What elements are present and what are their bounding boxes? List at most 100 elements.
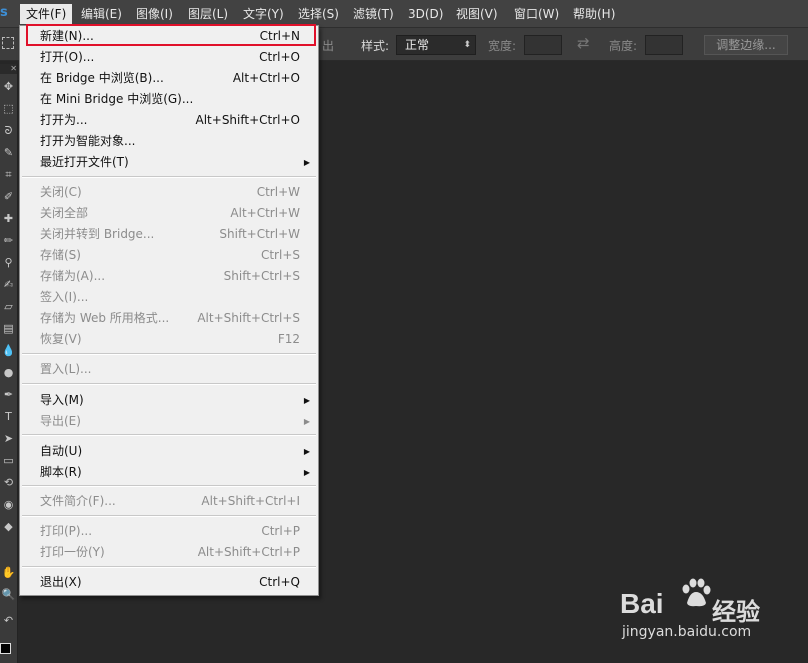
swap-colors-icon[interactable]: ↶ <box>0 612 17 630</box>
menu-item-label: 打印一份(Y) <box>40 545 105 559</box>
menu-image[interactable]: 图像(I) <box>130 4 179 24</box>
menu-separator <box>22 566 316 568</box>
menu-item-place[interactable]: 置入(L)... <box>20 359 318 380</box>
style-select[interactable]: 正常 ⬍ <box>396 35 476 55</box>
menu-item-scripts[interactable]: 脚本(R) ▶ <box>20 462 318 483</box>
menu-separator <box>22 383 316 385</box>
watermark: Bai 经验 jingyan.baidu.com <box>620 578 800 648</box>
history-brush-tool-icon[interactable]: ✍ <box>0 276 17 294</box>
menu-item-open[interactable]: 打开(O)... Ctrl+O <box>20 47 318 68</box>
menu-item-shortcut: F12 <box>277 332 300 346</box>
menu-item-label: 新建(N)... <box>40 29 94 43</box>
menu-filter[interactable]: 滤镜(T) <box>347 4 400 24</box>
menu-view[interactable]: 视图(V) <box>450 4 504 24</box>
menu-item-automate[interactable]: 自动(U) ▶ <box>20 441 318 462</box>
watermark-brand-cn: 经验 <box>712 599 760 626</box>
menu-item-recent-files[interactable]: 最近打开文件(T) ▶ <box>20 152 318 173</box>
menu-item-close-and-go-to-bridge[interactable]: 关闭并转到 Bridge... Shift+Ctrl+W <box>20 224 318 245</box>
3d-camera-tool-icon[interactable]: ◉ <box>0 496 17 514</box>
menu-item-check-in[interactable]: 签入(I)... <box>20 287 318 308</box>
menu-layer[interactable]: 图层(L) <box>182 4 234 24</box>
menu-separator <box>22 434 316 436</box>
crop-tool-icon[interactable]: ⌗ <box>0 166 17 184</box>
type-tool-icon[interactable]: T <box>0 408 17 426</box>
menu-file[interactable]: 文件(F) <box>20 4 73 24</box>
menu-item-file-info[interactable]: 文件简介(F)... Alt+Shift+Ctrl+I <box>20 491 318 512</box>
eraser-tool-icon[interactable]: ▱ <box>0 298 17 316</box>
lasso-tool-icon[interactable]: ᘐ <box>0 122 17 140</box>
zoom-tool-icon[interactable]: 🔍 <box>0 586 17 604</box>
menu-item-print-one-copy[interactable]: 打印一份(Y) Alt+Shift+Ctrl+P <box>20 542 318 563</box>
path-select-tool-icon[interactable]: ➤ <box>0 430 17 448</box>
dodge-tool-icon[interactable]: ● <box>0 364 17 382</box>
menu-type[interactable]: 文字(Y) <box>237 4 290 24</box>
menu-item-revert[interactable]: 恢复(V) F12 <box>20 329 318 350</box>
menu-item-label: 文件简介(F)... <box>40 494 116 508</box>
gradient-tool-icon[interactable]: ▤ <box>0 320 17 338</box>
menu-edit[interactable]: 编辑(E) <box>75 4 128 24</box>
move-tool-icon[interactable]: ✥ <box>0 78 17 96</box>
menu-item-save-as[interactable]: 存储为(A)... Shift+Ctrl+S <box>20 266 318 287</box>
watermark-url: jingyan.baidu.com <box>622 624 752 640</box>
menu-item-label: 打开(O)... <box>40 50 95 64</box>
menu-item-label: 打印(P)... <box>40 524 93 538</box>
menu-item-open-as[interactable]: 打开为... Alt+Shift+Ctrl+O <box>20 110 318 131</box>
menu-item-label: 在 Mini Bridge 中浏览(G)... <box>40 92 194 106</box>
menu-item-close-all[interactable]: 关闭全部 Alt+Ctrl+W <box>20 203 318 224</box>
foreground-color-swatch[interactable] <box>0 643 11 654</box>
menu-item-browse-in-bridge[interactable]: 在 Bridge 中浏览(B)... Alt+Ctrl+O <box>20 68 318 89</box>
submenu-arrow-icon: ▶ <box>303 158 310 167</box>
blur-tool-icon[interactable]: 💧 <box>0 342 17 360</box>
menu-item-open-as-smart-object[interactable]: 打开为智能对象... <box>20 131 318 152</box>
menu-window[interactable]: 窗口(W) <box>508 4 565 24</box>
menu-item-new[interactable]: 新建(N)... Ctrl+N <box>20 26 318 47</box>
menu-item-close[interactable]: 关闭(C) Ctrl+W <box>20 182 318 203</box>
swap-arrows-icon[interactable]: ⇄ <box>577 34 590 52</box>
menu-item-label: 置入(L)... <box>40 362 92 376</box>
menu-item-save-for-web[interactable]: 存储为 Web 所用格式... Alt+Shift+Ctrl+S <box>20 308 318 329</box>
healing-brush-tool-icon[interactable]: ✚ <box>0 210 17 228</box>
brush-tool-icon[interactable]: ✏ <box>0 232 17 250</box>
marquee-tool-icon[interactable] <box>2 37 14 49</box>
menu-item-label: 关闭(C) <box>40 185 82 199</box>
eyedropper-tool-icon[interactable]: ✐ <box>0 188 17 206</box>
menu-item-exit[interactable]: 退出(X) Ctrl+Q <box>20 572 318 593</box>
app-logo: s <box>0 5 8 20</box>
menu-item-shortcut: Shift+Ctrl+W <box>219 227 300 241</box>
submenu-arrow-icon: ▶ <box>303 417 310 426</box>
height-input[interactable] <box>645 35 683 55</box>
shape-tool-icon[interactable]: ▭ <box>0 452 17 470</box>
menu-item-shortcut: Alt+Shift+Ctrl+S <box>197 311 300 325</box>
menu-select[interactable]: 选择(S) <box>292 4 345 24</box>
menu-item-browse-in-mini-bridge[interactable]: 在 Mini Bridge 中浏览(G)... <box>20 89 318 110</box>
menu-separator <box>22 176 316 178</box>
menu-item-label: 恢复(V) <box>40 332 82 346</box>
refine-edge-button[interactable]: 调整边缘... <box>704 35 788 55</box>
menu-item-label: 存储为 Web 所用格式... <box>40 311 170 325</box>
menu-item-save[interactable]: 存储(S) Ctrl+S <box>20 245 318 266</box>
menu-help[interactable]: 帮助(H) <box>567 4 621 24</box>
menu-item-import[interactable]: 导入(M) ▶ <box>20 390 318 411</box>
menu-item-label: 脚本(R) <box>40 465 82 479</box>
menu-item-print[interactable]: 打印(P)... Ctrl+P <box>20 521 318 542</box>
style-label: 样式: <box>361 39 390 53</box>
clone-stamp-tool-icon[interactable]: ⚲ <box>0 254 17 272</box>
width-input[interactable] <box>524 35 562 55</box>
menu-separator <box>22 353 316 355</box>
menu-item-shortcut: Alt+Shift+Ctrl+O <box>195 113 300 127</box>
sample-tool-icon[interactable]: ◆ <box>0 518 17 536</box>
quick-select-tool-icon[interactable]: ✎ <box>0 144 17 162</box>
menu-item-label: 导入(M) <box>40 393 84 407</box>
marquee-tool-icon[interactable]: ⬚ <box>0 100 17 118</box>
menu-item-shortcut: Ctrl+O <box>259 50 300 64</box>
3d-rotate-tool-icon[interactable]: ⟲ <box>0 474 17 492</box>
pen-tool-icon[interactable]: ✒ <box>0 386 17 404</box>
menu-item-export[interactable]: 导出(E) ▶ <box>20 411 318 432</box>
collapse-icon[interactable]: ✕ <box>0 64 17 74</box>
menu-item-shortcut: Ctrl+W <box>256 185 300 199</box>
menu-separator <box>22 485 316 487</box>
hand-tool-icon[interactable]: ✋ <box>0 564 17 582</box>
menu-item-shortcut: Shift+Ctrl+S <box>223 269 300 283</box>
menu-3d[interactable]: 3D(D) <box>402 4 449 24</box>
toolbox: ✕ ✥ ⬚ ᘐ ✎ ⌗ ✐ ✚ ✏ ⚲ ✍ ▱ ▤ 💧 ● ✒ T ➤ ▭ ⟲ … <box>0 64 18 663</box>
